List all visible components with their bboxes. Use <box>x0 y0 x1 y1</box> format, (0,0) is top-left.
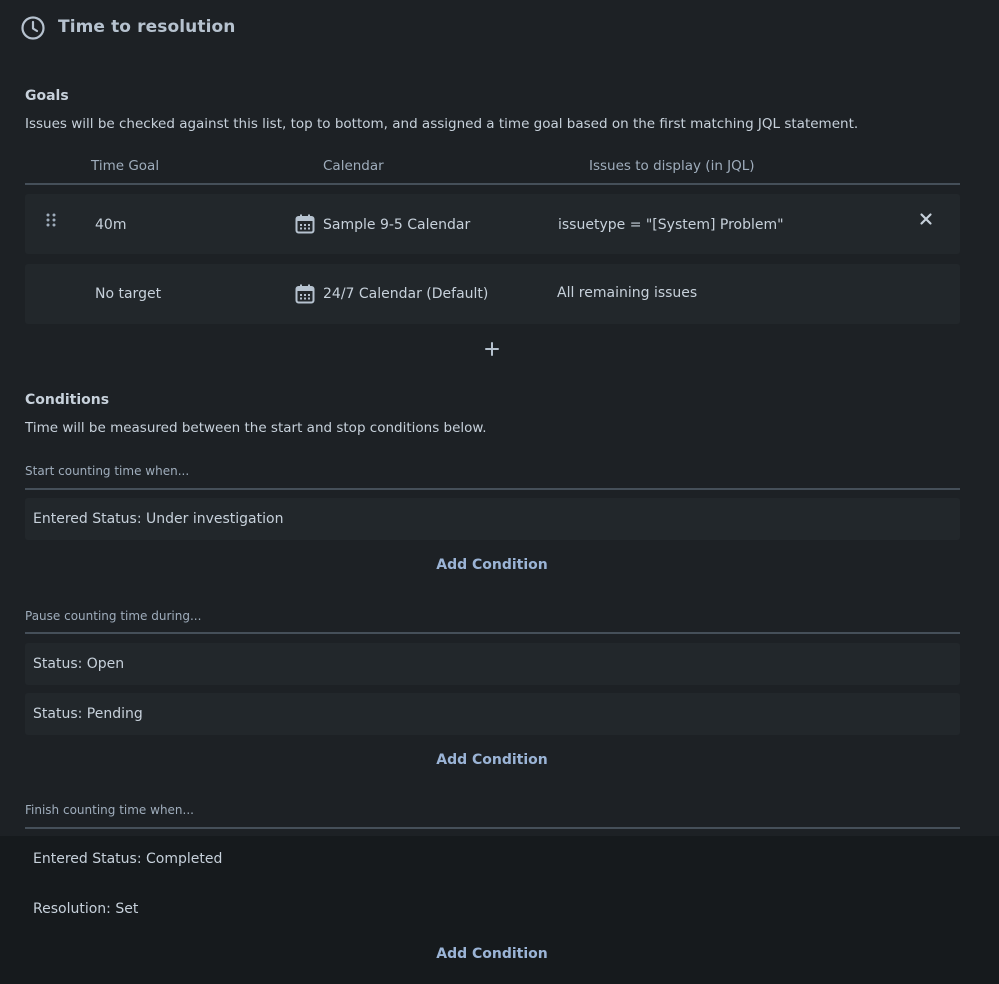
condition-text[interactable]: Resolution: Set <box>33 901 138 917</box>
column-header-calendar: Calendar <box>323 158 384 174</box>
conditions-description: Time will be measured between the start … <box>25 420 487 436</box>
drag-handle-icon[interactable] <box>46 213 56 227</box>
add-finish-condition-button[interactable]: Add Condition <box>0 946 984 962</box>
goals-header-divider <box>25 183 960 185</box>
finish-divider <box>25 827 960 829</box>
calendar-icon <box>295 284 315 304</box>
condition-text: Status: Pending <box>33 706 143 722</box>
remove-goal-icon[interactable] <box>919 212 933 226</box>
pause-divider <box>25 632 960 634</box>
condition-text: Entered Status: Under investigation <box>33 511 284 527</box>
column-header-time-goal: Time Goal <box>91 158 160 174</box>
goal-time-value[interactable]: No target <box>95 286 161 302</box>
goals-heading: Goals <box>25 88 69 104</box>
condition-text: Status: Open <box>33 656 125 672</box>
condition-row[interactable] <box>25 643 960 685</box>
conditions-heading: Conditions <box>25 392 110 408</box>
goal-calendar-value[interactable]: 24/7 Calendar (Default) <box>323 286 488 302</box>
goal-row[interactable] <box>25 194 960 254</box>
goal-calendar-value[interactable]: Sample 9-5 Calendar <box>323 217 470 233</box>
pause-condition-label: Pause counting time during... <box>25 609 202 623</box>
calendar-icon <box>295 214 315 234</box>
goals-description: Issues will be checked against this list… <box>25 116 859 132</box>
add-pause-condition-button[interactable]: Add Condition <box>0 752 984 768</box>
page-title: Time to resolution <box>58 17 236 37</box>
goal-jql-value: All remaining issues <box>557 285 698 301</box>
start-condition-label: Start counting time when... <box>25 464 190 478</box>
finish-condition-label: Finish counting time when... <box>25 803 194 817</box>
add-start-condition-button[interactable]: Add Condition <box>0 557 984 573</box>
add-goal-plus-icon[interactable] <box>484 341 500 357</box>
goal-time-value[interactable]: 40m <box>95 217 126 233</box>
goal-row[interactable] <box>25 264 960 324</box>
condition-row[interactable] <box>25 693 960 735</box>
column-header-jql: Issues to display (in JQL) <box>589 158 755 174</box>
goal-jql-value[interactable]: issuetype = "[System] Problem" <box>558 217 784 233</box>
condition-text[interactable]: Entered Status: Completed <box>33 851 222 867</box>
clock-icon <box>21 16 45 40</box>
start-divider <box>25 488 960 490</box>
